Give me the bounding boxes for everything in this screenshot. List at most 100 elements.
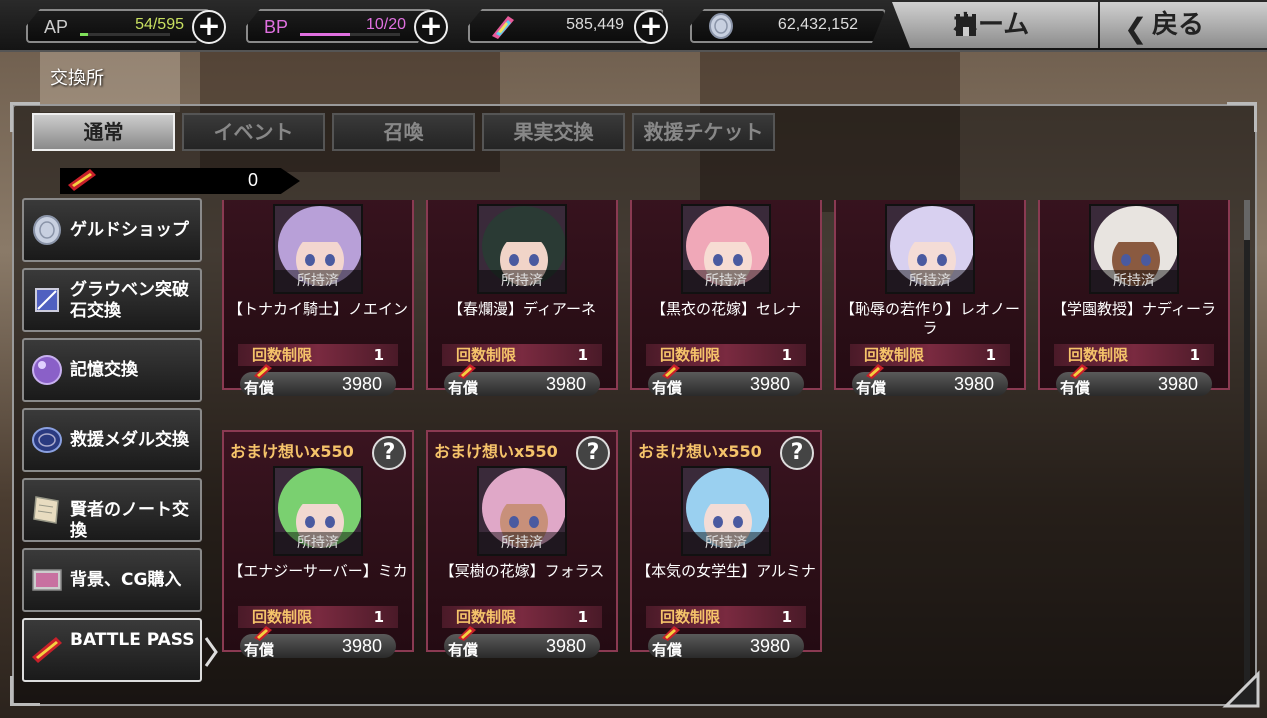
owned-label: 所持済 (1091, 270, 1177, 292)
crystal-add-button[interactable]: + (634, 10, 668, 44)
sidebar-item-glauben-stone-exchange[interactable]: グラウベン突破石交換 (22, 268, 202, 332)
character-name: 【トナカイ騎士】ノエイン (228, 300, 409, 318)
character-name: 【冥樹の花嫁】フォラス (439, 562, 605, 580)
ap-gauge: AP 54/595 (26, 9, 210, 43)
price-type: 有償 (856, 379, 887, 397)
price-type: 有償 (448, 379, 479, 397)
help-button[interactable]: ? (576, 436, 610, 470)
gold-value: 62,432,152 (777, 16, 858, 33)
character-portrait: 所持済 (1089, 204, 1179, 294)
price-type: 有償 (652, 641, 683, 659)
price-value: 3980 (341, 636, 382, 656)
scrollbar[interactable] (1244, 200, 1250, 686)
price-type: 有償 (244, 641, 275, 659)
sidebar-item-rescue-medal-exchange[interactable]: 救援メダル交換 (22, 408, 202, 472)
exchange-item-card[interactable]: 所持済 【学園教授】ナディーラ 回数制限 1 有償 3980 (1038, 200, 1230, 397)
character-name: 【学園教授】ナディーラ (1052, 300, 1216, 318)
bp-add-button[interactable]: + (414, 10, 448, 44)
tab-fruit-exchange[interactable]: 果実交換 (482, 113, 625, 151)
owned-label: 所持済 (275, 532, 361, 554)
purchase-limit-value: 1 (781, 608, 792, 626)
sidebar-item-memory-exchange[interactable]: 記憶交換 (22, 338, 202, 402)
owned-label: 所持済 (479, 270, 565, 292)
exchange-item-card[interactable]: おまけ想いx550 ? 所持済 【本気の女学生】アルミナ 回数制限 1 有償 3… (630, 430, 822, 659)
sidebar-item-background-cg-purchase[interactable]: 背景、CG購入 (22, 548, 202, 612)
purchase-limit-value: 1 (373, 346, 384, 364)
help-button[interactable]: ? (780, 436, 814, 470)
purchase-limit-value: 1 (577, 346, 588, 364)
exchange-item-card[interactable]: おまけ想いx550 ? 所持済 【エナジーサーバー】ミカ 回数制限 1 有償 3… (222, 430, 414, 659)
exchange-item-card[interactable]: 所持済 【恥辱の若作り】レオノーラ 回数制限 1 有償 3980 (834, 200, 1026, 397)
page-corner-icon[interactable] (1222, 670, 1262, 710)
price-value: 3980 (545, 374, 586, 394)
bonus-label: おまけ想いx550 (434, 442, 558, 461)
crystal-value: 585,449 (566, 16, 624, 33)
tab-label: 通常 (83, 120, 124, 144)
character-portrait: 所持済 (273, 204, 363, 294)
battle-pass-ticket-icon (32, 637, 62, 663)
break-stone-icon (35, 288, 59, 312)
purchase-limit-value: 1 (781, 346, 792, 364)
price-type: 有償 (448, 641, 479, 659)
tab-summon[interactable]: 召喚 (332, 113, 475, 151)
help-button[interactable]: ? (372, 436, 406, 470)
tab-normal[interactable]: 通常 (32, 113, 175, 151)
purchase-limit-value: 1 (373, 608, 384, 626)
bp-bar-fill (300, 33, 350, 36)
owned-label: 所持済 (275, 270, 361, 292)
bonus-label: おまけ想いx550 (638, 442, 762, 461)
sidebar-item-label: BATTLE PASS (70, 630, 195, 650)
back-label: 戻る (1152, 10, 1205, 40)
sidebar-item-sage-note-exchange[interactable]: 賢者のノート交換 (22, 478, 202, 542)
price-value: 3980 (341, 374, 382, 394)
bp-bar-track (300, 33, 400, 36)
character-name: 【エナジーサーバー】ミカ (228, 562, 408, 580)
ap-label: AP (44, 17, 69, 37)
character-portrait: 所持済 (885, 204, 975, 294)
bonus-label: おまけ想いx550 (230, 442, 354, 461)
price-value: 3980 (749, 636, 790, 656)
sidebar-item-geld-shop[interactable]: ゲルドショップ (22, 198, 202, 262)
purchase-limit-value: 1 (577, 608, 588, 626)
exchange-item-card[interactable]: 所持済 【黒衣の花嫁】セレナ 回数制限 1 有償 3980 (630, 200, 822, 397)
crystal-icon (492, 16, 514, 39)
character-portrait: 所持済 (477, 466, 567, 556)
sidebar-item-label: 救援メダル交換 (70, 430, 189, 450)
tab-rescue-ticket[interactable]: 救援チケット (632, 113, 775, 151)
purchase-limit-value: 1 (1189, 346, 1200, 364)
price-type: 有償 (652, 379, 683, 397)
ap-bar-track (80, 33, 170, 36)
ap-value: 54/595 (135, 16, 184, 33)
character-portrait: 所持済 (477, 204, 567, 294)
price-value: 3980 (749, 374, 790, 394)
tab-label: 救援チケット (643, 120, 764, 144)
sidebar-item-battle-pass[interactable]: BATTLE PASS (22, 618, 202, 682)
exchange-item-card[interactable]: 所持済 【春爛漫】ディアーネ 回数制限 1 有償 3980 (426, 200, 618, 397)
bp-value: 10/20 (365, 16, 406, 33)
medal-icon (32, 427, 62, 453)
bp-label: BP (264, 17, 289, 37)
coin-icon (709, 13, 733, 39)
price-value: 3980 (953, 374, 994, 394)
scrollbar-thumb[interactable] (1244, 200, 1250, 240)
exchange-item-card[interactable]: おまけ想いx550 ? 所持済 【冥樹の花嫁】フォラス 回数制限 1 有償 39… (426, 430, 618, 659)
home-button[interactable]: ホーム (892, 2, 1098, 48)
memory-orb-icon (32, 355, 62, 385)
item-grid: 所持済 【トナカイ騎士】ノエイン 回数制限 1 有償 3980 所持済 【春爛漫… (214, 200, 1244, 686)
ap-add-button[interactable]: + (192, 10, 226, 44)
sidebar-item-label: ゲルドショップ (70, 220, 189, 240)
bp-gauge: BP 10/20 (246, 9, 432, 43)
exchange-item-card[interactable]: 所持済 【トナカイ騎士】ノエイン 回数制限 1 有償 3980 (222, 200, 414, 397)
tab-label: 果実交換 (513, 120, 594, 144)
sidebar-item-label: 背景、CG購入 (70, 570, 182, 590)
owned-label: 所持済 (683, 532, 769, 554)
owned-label: 所持済 (683, 270, 769, 292)
price-type: 有償 (1060, 379, 1091, 397)
tab-event[interactable]: イベント (182, 113, 325, 151)
chevron-left-icon: ❮ (1124, 12, 1148, 45)
note-icon (33, 496, 59, 524)
tab-label: 召喚 (383, 120, 424, 144)
character-portrait: 所持済 (681, 204, 771, 294)
frame-ornament (1227, 102, 1257, 132)
owned-label: 所持済 (479, 532, 565, 554)
